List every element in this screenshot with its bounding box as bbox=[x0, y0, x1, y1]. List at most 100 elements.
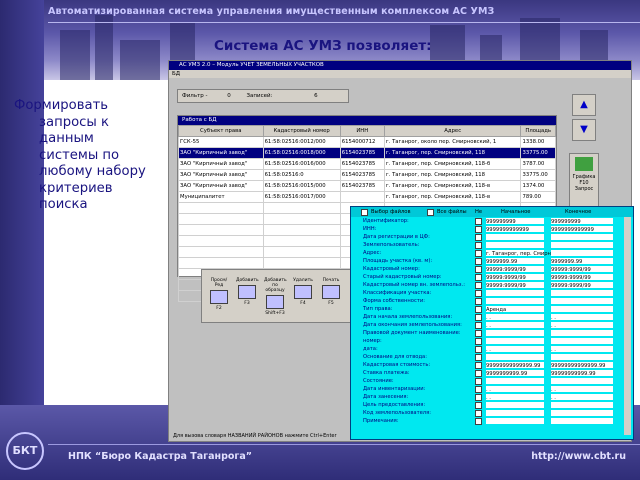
query-end-value[interactable]: 99999999999.99 bbox=[551, 370, 613, 377]
query-end-value[interactable] bbox=[551, 354, 613, 360]
arrow-down-icon[interactable]: ▼ bbox=[572, 119, 596, 141]
query-start-value[interactable] bbox=[486, 410, 544, 416]
query-start-value[interactable] bbox=[486, 242, 544, 248]
query-not-checkbox[interactable] bbox=[475, 338, 482, 345]
query-end-value[interactable]: 9999999999999 bbox=[551, 226, 613, 233]
query-start-value[interactable]: . . bbox=[486, 314, 544, 321]
query-end-value[interactable]: 9999999.99 bbox=[551, 258, 613, 265]
query-not-checkbox[interactable] bbox=[475, 226, 482, 233]
table-row[interactable]: ЗАО "Кирпичный завод" 61:58:02516:0016/00… bbox=[178, 158, 556, 170]
query-start-value[interactable]: . . bbox=[486, 322, 544, 329]
query-end-value[interactable] bbox=[551, 290, 613, 296]
query-not-checkbox[interactable] bbox=[475, 394, 482, 401]
column-header[interactable]: Адрес bbox=[383, 125, 522, 137]
query-start-value[interactable]: 99999:9999/99 bbox=[486, 282, 544, 289]
query-not-checkbox[interactable] bbox=[475, 258, 482, 265]
arrow-up-icon[interactable]: ▲ bbox=[572, 94, 596, 116]
all-files-checkbox[interactable] bbox=[427, 209, 434, 216]
query-end-value[interactable]: 99999:9999/99 bbox=[551, 282, 613, 289]
query-start-value[interactable]: 99999:9999/99 bbox=[486, 266, 544, 273]
query-start-value[interactable] bbox=[486, 290, 544, 296]
query-end-value[interactable] bbox=[551, 306, 613, 312]
query-not-checkbox[interactable] bbox=[475, 378, 482, 385]
query-start-value[interactable]: Аренда bbox=[486, 306, 544, 313]
query-end-value[interactable] bbox=[551, 250, 613, 256]
column-header[interactable]: Кадастровый номер bbox=[262, 125, 341, 137]
table-row[interactable]: ЗАО "Кирпичный завод" 61:58:02516:0 615402… bbox=[178, 169, 556, 181]
query-end-value[interactable]: 999999999 bbox=[551, 218, 613, 225]
query-not-checkbox[interactable] bbox=[475, 290, 482, 297]
query-end-value[interactable] bbox=[551, 378, 613, 384]
query-not-checkbox[interactable] bbox=[475, 354, 482, 361]
toolbar-button[interactable]: Добавить F3 bbox=[236, 278, 259, 318]
query-start-value[interactable] bbox=[486, 402, 544, 408]
query-end-value[interactable]: . . bbox=[551, 322, 613, 329]
query-not-checkbox[interactable] bbox=[475, 402, 482, 409]
query-not-checkbox[interactable] bbox=[475, 322, 482, 329]
query-end-value[interactable] bbox=[551, 298, 613, 304]
query-start-value[interactable]: . . bbox=[486, 346, 544, 353]
query-start-value[interactable]: 9999999.99 bbox=[486, 258, 544, 265]
query-not-checkbox[interactable] bbox=[475, 266, 482, 273]
query-start-value[interactable]: 9999999999999 bbox=[486, 226, 544, 233]
query-not-checkbox[interactable] bbox=[475, 370, 482, 377]
query-not-checkbox[interactable] bbox=[475, 314, 482, 321]
query-start-value[interactable]: 9999999999.99 bbox=[486, 370, 544, 377]
query-start-value[interactable] bbox=[486, 354, 544, 360]
query-start-value[interactable] bbox=[486, 418, 544, 424]
query-start-value[interactable]: 99999:9999/99 bbox=[486, 274, 544, 281]
query-end-value[interactable] bbox=[551, 234, 613, 240]
query-not-checkbox[interactable] bbox=[475, 306, 482, 313]
query-end-value[interactable]: 99999:9999/99 bbox=[551, 266, 613, 273]
query-not-checkbox[interactable] bbox=[475, 418, 482, 425]
query-end-value[interactable]: 99999999999999.99 bbox=[551, 362, 613, 369]
query-start-value[interactable] bbox=[486, 234, 544, 240]
query-end-value[interactable] bbox=[551, 330, 613, 336]
query-not-checkbox[interactable] bbox=[475, 250, 482, 257]
query-start-value[interactable]: . . bbox=[486, 386, 544, 393]
query-not-checkbox[interactable] bbox=[475, 362, 482, 369]
query-end-value[interactable]: . . bbox=[551, 394, 613, 401]
query-not-checkbox[interactable] bbox=[475, 274, 482, 281]
scrollbar[interactable] bbox=[624, 217, 631, 435]
toolbar-button[interactable]: Печать F5 bbox=[320, 278, 342, 318]
toolbar-button[interactable]: Удалить F4 bbox=[292, 278, 314, 318]
footer-url[interactable]: http://www.cbt.ru bbox=[531, 451, 626, 462]
column-header[interactable]: Субъект права bbox=[178, 125, 264, 137]
column-header[interactable]: Площадь bbox=[520, 125, 556, 137]
query-not-checkbox[interactable] bbox=[475, 242, 482, 249]
query-end-value[interactable]: . . bbox=[551, 386, 613, 393]
query-start-value[interactable] bbox=[486, 330, 544, 336]
query-start-value[interactable]: 99999999999999.99 bbox=[486, 362, 544, 369]
query-not-checkbox[interactable] bbox=[475, 410, 482, 417]
query-start-value[interactable]: г. Таганрог, пер. Смирновский, 118 bbox=[486, 250, 583, 257]
toolbar-button[interactable]: Добавить по образцу Shift+F3 bbox=[264, 278, 287, 318]
query-end-value[interactable] bbox=[551, 338, 613, 344]
query-end-value[interactable]: 99999:9999/99 bbox=[551, 274, 613, 281]
query-start-value[interactable] bbox=[486, 338, 544, 344]
toolbar-button[interactable]: Просм/Ред F2 bbox=[208, 278, 230, 318]
query-start-value[interactable]: 999999999 bbox=[486, 218, 544, 225]
query-not-checkbox[interactable] bbox=[475, 298, 482, 305]
query-end-value[interactable] bbox=[551, 410, 613, 416]
query-not-checkbox[interactable] bbox=[475, 218, 482, 225]
query-not-checkbox[interactable] bbox=[475, 234, 482, 241]
query-end-value[interactable] bbox=[551, 402, 613, 408]
query-end-value[interactable]: . . bbox=[551, 346, 613, 353]
table-row[interactable]: ЗАО "Кирпичный завод" 61:58:02516:0018/00… bbox=[178, 147, 556, 159]
query-start-value[interactable] bbox=[486, 378, 544, 384]
query-not-checkbox[interactable] bbox=[475, 282, 482, 289]
query-end-value[interactable] bbox=[551, 418, 613, 424]
query-end-value[interactable] bbox=[551, 242, 613, 248]
graphics-button[interactable]: Графика F10 Запрос bbox=[569, 153, 599, 207]
query-end-value[interactable]: . . bbox=[551, 314, 613, 321]
query-not-checkbox[interactable] bbox=[475, 386, 482, 393]
column-header[interactable]: ИНН bbox=[339, 125, 385, 137]
table-row[interactable]: ГСК-55 61:58:02516:0012/000 6154000712 г. Т… bbox=[178, 136, 556, 148]
table-row[interactable]: ЗАО "Кирпичный завод" 61:58:02516:0015/00… bbox=[178, 180, 556, 192]
select-file-checkbox[interactable] bbox=[361, 209, 368, 216]
query-start-value[interactable] bbox=[486, 298, 544, 304]
query-not-checkbox[interactable] bbox=[475, 346, 482, 353]
query-start-value[interactable]: . . bbox=[486, 394, 544, 401]
table-row[interactable]: Муниципалитет 61:58:02516:0017/000 г. Тага… bbox=[178, 191, 556, 203]
